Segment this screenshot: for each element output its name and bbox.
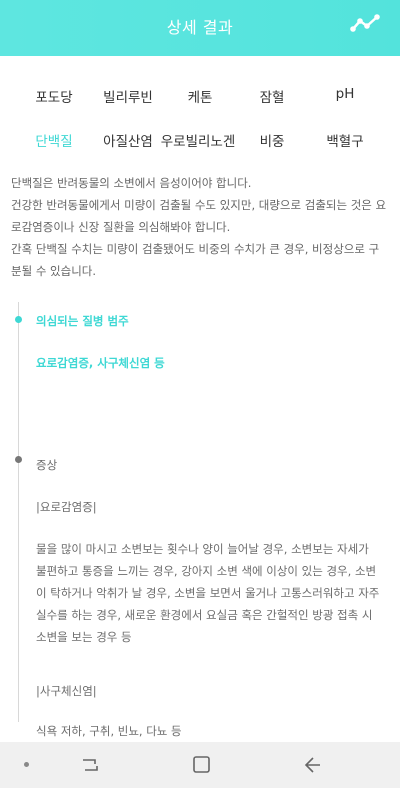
home-icon[interactable] <box>190 754 214 776</box>
tab-specific-gravity[interactable]: 비중 <box>232 130 312 150</box>
trend-line-icon[interactable] <box>350 12 382 34</box>
description-paragraph: 단백질은 반려동물의 소변에서 음성이어야 합니다. <box>11 176 252 190</box>
description-block: 단백질은 반려동물의 소변에서 음성이어야 합니다. 건강한 반려동물에게서 미… <box>11 172 389 282</box>
header-bar: 상세 결과 <box>0 0 400 56</box>
tab-row-1: 포도당 빌리루빈 케톤 잠혈 pH <box>0 78 400 122</box>
test-tabs: 포도당 빌리루빈 케톤 잠혈 pH 단백질 아질산염 우로빌리노겐 비중 백혈구 <box>0 78 400 166</box>
nav-dot-icon <box>24 762 29 767</box>
disease-heading: |요로감염증| <box>36 500 97 514</box>
tab-nitrite[interactable]: 아질산염 <box>88 130 168 150</box>
category-label: 의심되는 질병 범주 <box>36 314 129 328</box>
tab-protein[interactable]: 단백질 <box>14 130 94 150</box>
tab-ketone[interactable]: 케톤 <box>160 86 240 106</box>
timeline-dot-active <box>15 316 22 323</box>
recent-apps-icon[interactable] <box>78 754 102 776</box>
tab-row-2: 단백질 아질산염 우로빌리노겐 비중 백혈구 <box>0 122 400 166</box>
back-icon[interactable] <box>302 754 326 776</box>
tab-glucose[interactable]: 포도당 <box>14 86 94 106</box>
timeline-line <box>18 302 19 722</box>
page-title: 상세 결과 <box>166 18 234 37</box>
system-nav-bar <box>0 742 400 788</box>
tab-occult-blood[interactable]: 잠혈 <box>232 86 312 106</box>
symptoms-label: 증상 <box>36 458 58 472</box>
timeline-dot <box>15 456 22 463</box>
disease-symptoms: 물을 많이 마시고 소변보는 횟수나 양이 늘어날 경우, 소변보는 자세가 불… <box>36 542 380 644</box>
tab-ph[interactable]: pH <box>305 86 385 102</box>
disease-heading: |사구체신염| <box>36 684 97 698</box>
tab-urobilinogen[interactable]: 우로빌리노겐 <box>158 130 238 150</box>
disease-symptoms: 식욕 저하, 구취, 빈뇨, 다뇨 등 <box>36 724 182 738</box>
tab-leukocyte[interactable]: 백혈구 <box>305 130 385 150</box>
category-value: 요로감염증, 사구체신염 등 <box>36 356 165 370</box>
tab-bilirubin[interactable]: 빌리루빈 <box>88 86 168 106</box>
description-paragraph: 건강한 반려동물에게서 미량이 검출될 수도 있지만, 대량으로 검출되는 것은… <box>11 198 387 234</box>
description-paragraph: 간혹 단백질 수치는 미량이 검출됐어도 비중의 수치가 큰 경우, 비정상으로… <box>11 242 380 278</box>
